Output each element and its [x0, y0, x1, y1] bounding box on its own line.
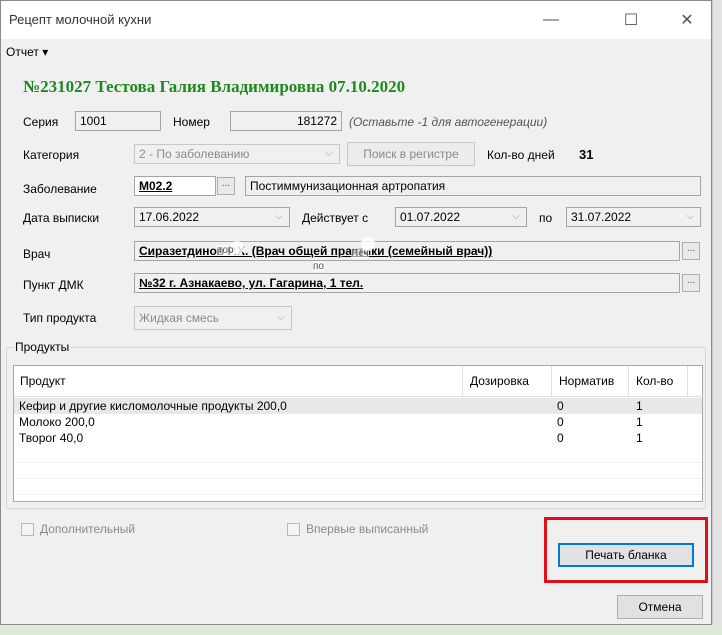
products-group-title: Продукты [13, 340, 72, 354]
issue-date-value: 17.06.2022 [139, 210, 200, 224]
checkbox-icon [21, 522, 34, 536]
issue-date-label: Дата выписки [23, 211, 100, 225]
menu-report[interactable]: Отчет ▾ [6, 45, 48, 59]
cell-norm: 0 [557, 431, 564, 445]
cell-norm: 0 [557, 399, 564, 413]
days-count-value: 31 [579, 147, 594, 162]
products-table-header: Продукт Дозировка Норматив Кол-во [14, 366, 704, 397]
dmk-pick-button[interactable]: ... [682, 274, 700, 292]
dmk-field: №32 г. Азнакаево, ул. Гагарина, 1 тел. [134, 273, 680, 293]
dmk-label: Пункт ДМК [23, 278, 84, 292]
number-field[interactable]: 181272 [230, 111, 342, 131]
product-type-select: Жидкая смесь ⌵ [134, 306, 292, 330]
doctor-field: Сиразетдинов Р.Х. (Врач общей практики (… [134, 241, 680, 261]
column-header-dosage[interactable]: Дозировка [470, 374, 529, 388]
series-field[interactable]: 1001 [75, 111, 161, 131]
column-header-norm[interactable]: Норматив [559, 374, 614, 388]
cell-norm: 0 [557, 415, 564, 429]
prescription-dialog: Рецепт молочной кухни — ☐ ✕ Отчет ▾ №231… [0, 0, 712, 625]
row-divider [14, 494, 702, 495]
title-bar: Рецепт молочной кухни — ☐ ✕ [1, 1, 711, 39]
table-row[interactable]: Кефир и другие кисломолочные продукты 20… [14, 398, 702, 414]
overlay-text-1: тоо [218, 245, 234, 256]
cell-product: Кефир и другие кисломолочные продукты 20… [19, 399, 287, 413]
background-window-edge [712, 0, 722, 635]
row-divider [14, 478, 702, 479]
products-table[interactable]: Продукт Дозировка Норматив Кол-во Кефир … [13, 365, 704, 502]
chevron-down-icon: ⌵ [277, 312, 285, 323]
column-header-product[interactable]: Продукт [20, 374, 66, 388]
close-button[interactable]: ✕ [667, 7, 707, 33]
cell-product: Творог 40,0 [19, 431, 84, 445]
chevron-down-icon[interactable]: ⌵ [508, 208, 524, 226]
maximize-button[interactable]: ☐ [611, 7, 651, 33]
product-type-value: Жидкая смесь [139, 311, 219, 325]
valid-from-picker[interactable]: 01.07.2022 ⌵ [395, 207, 527, 227]
cell-quantity: 1 [636, 431, 643, 445]
row-divider [14, 462, 702, 463]
doctor-label: Врач [23, 247, 51, 261]
overlay-text-3: по [313, 261, 324, 272]
additional-checkbox: Дополнительный [21, 522, 135, 536]
issue-date-picker[interactable]: 17.06.2022 ⌵ [134, 207, 290, 227]
valid-from-value: 01.07.2022 [400, 210, 461, 224]
table-row[interactable]: Творог 40,0 0 1 [14, 430, 702, 446]
window-title: Рецепт молочной кухни [9, 12, 152, 27]
overlay-text-2: Печ [351, 248, 369, 259]
cell-product: Молоко 200,0 [19, 415, 95, 429]
first-time-checkbox: Впервые выписанный [287, 522, 428, 536]
number-hint: (Оставьте -1 для автогенерации) [349, 115, 548, 129]
number-label: Номер [173, 115, 210, 129]
category-select-value: 2 - По заболеванию [139, 147, 250, 161]
background-taskbar-edge [0, 625, 722, 635]
additional-checkbox-label: Дополнительный [40, 522, 136, 536]
cancel-button[interactable]: Отмена [617, 595, 703, 619]
doctor-pick-button[interactable]: ... [682, 242, 700, 260]
table-row[interactable]: Молоко 200,0 0 1 [14, 414, 702, 430]
chevron-down-icon[interactable]: ⌵ [271, 208, 287, 226]
prescription-heading: №231027 Тестова Галия Владимировна 07.10… [23, 77, 406, 96]
category-label: Категория [23, 148, 80, 162]
disease-label: Заболевание [23, 182, 97, 196]
disease-name-field: Постиммунизационная артропатия [245, 176, 701, 196]
disease-pick-button[interactable]: ... [217, 177, 235, 195]
cell-quantity: 1 [636, 415, 643, 429]
valid-from-label: Действует с [302, 211, 369, 225]
cell-quantity: 1 [636, 399, 643, 413]
chevron-down-icon: ⌵ [325, 148, 333, 159]
product-type-label: Тип продукта [23, 311, 97, 325]
valid-to-value: 31.07.2022 [571, 210, 632, 224]
disease-code-field[interactable]: M02.2 [134, 176, 216, 196]
valid-to-picker[interactable]: 31.07.2022 ⌵ [566, 207, 701, 227]
menu-bar: Отчет ▾ [1, 41, 711, 63]
minimize-button[interactable]: — [531, 7, 571, 33]
column-header-quantity[interactable]: Кол-во [636, 374, 673, 388]
registry-search-button: Поиск в регистре [347, 142, 475, 166]
valid-to-label: по [539, 211, 553, 225]
checkbox-icon [287, 522, 300, 536]
chevron-down-icon[interactable]: ⌵ [682, 208, 698, 226]
series-label: Серия [23, 115, 59, 129]
highlight-annotation [544, 517, 708, 583]
days-count-label: Кол-во дней [487, 148, 555, 162]
category-select: 2 - По заболеванию ⌵ [134, 144, 340, 164]
first-time-checkbox-label: Впервые выписанный [306, 522, 429, 536]
